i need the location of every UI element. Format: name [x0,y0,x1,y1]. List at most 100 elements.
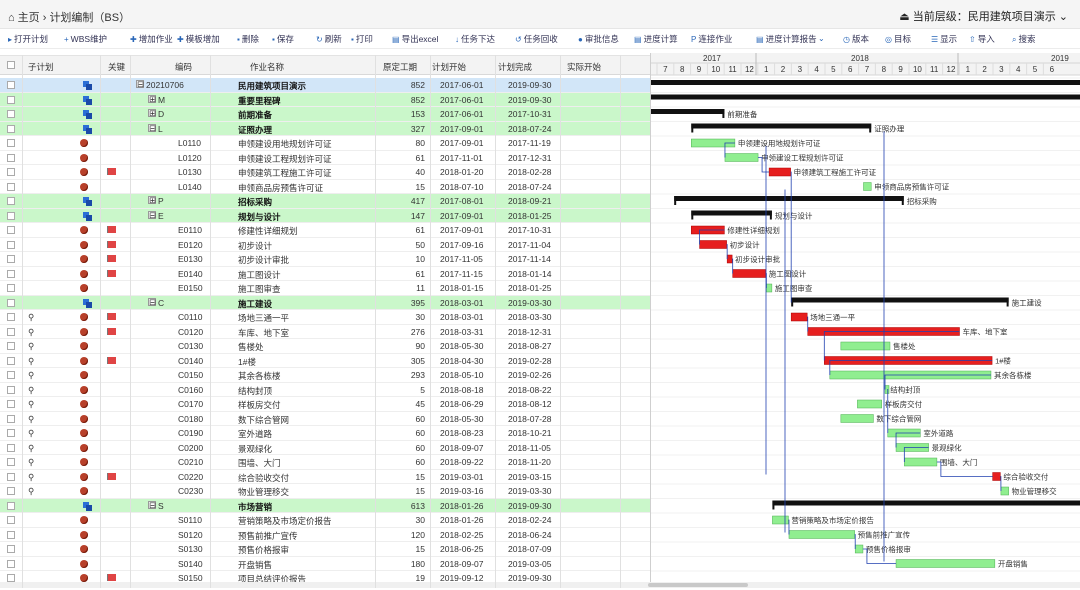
row-checkbox[interactable] [7,458,15,466]
table-row[interactable]: E0120 初步设计 50 2017-09-16 2017-11-04 [0,238,650,252]
toolbar-button-19[interactable]: ⇧ 导入 [969,33,995,45]
toolbar-button-4[interactable]: ▪ 删除 [237,33,259,45]
row-checkbox[interactable] [7,197,15,205]
table-row[interactable]: ⚲ C0230 物业管理移交 15 2019-03-16 2019-03-30 [0,484,650,499]
row-checkbox[interactable] [7,269,15,278]
table-row[interactable]: ⚲ C0210 围墙、大门 60 2018-09-22 2018-11-20 [0,455,650,470]
toolbar-button-17[interactable]: ◎ 目标 [885,33,911,45]
table-row[interactable]: L0110 申领建设用地规划许可证 80 2017-09-01 2017-11-19 [0,136,650,151]
table-row[interactable]: ⊟ L 证照办理 327 2017-09-01 2018-07-24 [0,121,650,136]
expand-toggle-icon[interactable]: ⊞ [148,196,156,204]
row-checkbox[interactable] [7,153,15,162]
row-checkbox[interactable] [7,559,15,568]
toolbar-button-9[interactable]: ↓ 任务下达 [455,33,495,45]
row-checkbox[interactable] [7,385,15,394]
expand-toggle-icon[interactable]: ⊟ [148,297,156,306]
toolbar-button-11[interactable]: ● 审批信息 [578,33,619,45]
table-row[interactable]: ⊞ P 招标采购 417 2017-08-01 2018-09-21 [0,194,650,209]
toolbar-button-7[interactable]: ▪ 打印 [351,33,373,45]
row-checkbox[interactable] [7,81,15,89]
table-row[interactable]: ⊟ E 规划与设计 147 2017-09-01 2018-01-25 [0,208,650,223]
table-row[interactable]: ⚲ C0130 售楼处 90 2018-05-30 2018-08-27 [0,339,650,354]
row-checkbox[interactable] [7,255,15,263]
table-row[interactable]: ⚲ C0180 数下综合管网 60 2018-05-30 2018-07-28 [0,412,650,426]
toolbar-button-13[interactable]: P 连接作业 [691,33,732,45]
row-checkbox[interactable] [7,530,15,539]
table-row[interactable]: E0150 施工图审查 11 2018-01-15 2018-01-25 [0,281,650,296]
row-checkbox[interactable] [7,313,15,321]
toolbar-button-2[interactable]: ✚ 增加作业 [130,33,173,45]
toolbar-button-0[interactable]: ▸ 打开计划 [8,33,48,45]
table-row[interactable]: ⊞ M 重要里程碑 852 2017-06-01 2019-09-30 [0,92,650,107]
table-row[interactable]: ⊟ 20210706 民用建筑项目演示 852 2017-06-01 2019-09-30 [0,78,650,93]
row-checkbox[interactable] [7,168,15,176]
row-checkbox[interactable] [7,356,15,365]
column-header[interactable]: 计划开始 [432,61,466,73]
horizontal-scrollbar[interactable] [0,582,1080,588]
table-row[interactable]: L0140 申领商品房预售许可证 15 2018-07-10 2018-07-24 [0,180,650,194]
row-checkbox[interactable] [7,124,15,133]
row-checkbox[interactable] [7,516,15,524]
row-checkbox[interactable] [7,226,15,234]
row-checkbox[interactable] [7,240,15,249]
table-row[interactable]: ⚲ C0190 室外道路 60 2018-08-23 2018-10-21 [0,426,650,441]
toolbar-button-1[interactable]: + WBS维护 [64,33,107,45]
home-icon[interactable]: ⌂ [8,12,15,24]
row-checkbox[interactable] [7,545,15,553]
table-row[interactable]: ⊟ S 市场营销 613 2018-01-26 2019-09-30 [0,498,650,513]
table-row[interactable]: L0120 申领建设工程规划许可证 61 2017-11-01 2017-12-31 [0,151,650,165]
expand-toggle-icon[interactable]: ⊟ [148,500,156,509]
row-checkbox[interactable] [7,414,15,423]
toolbar-button-20[interactable]: ⌕ 搜索 [1012,33,1036,45]
toolbar-button-10[interactable]: ↺ 任务回收 [515,33,558,45]
table-row[interactable]: ⚲ C0220 综合验收交付 15 2019-03-01 2019-03-15 [0,470,650,484]
column-header[interactable]: 子计划 [28,61,54,73]
table-row[interactable]: ⚲ C0150 其余各栋楼 293 2018-05-10 2019-02-26 [0,368,650,383]
column-header[interactable]: 原定工期 [383,61,417,73]
table-row[interactable]: ⚲ C0110 场地三通一平 30 2018-03-01 2018-03-30 [0,310,650,325]
row-checkbox[interactable] [7,429,15,437]
table-row[interactable]: ⚲ C0200 景观绿化 60 2018-09-07 2018-11-05 [0,441,650,455]
table-row[interactable]: ⚲ C0160 结构封顶 5 2018-08-18 2018-08-22 [0,383,650,397]
row-checkbox[interactable] [7,327,15,336]
toolbar-button-15[interactable]: ⌄ [818,33,827,43]
toolbar-button-6[interactable]: ↻ 刷新 [316,33,342,45]
row-checkbox[interactable] [7,182,15,191]
toolbar-button-12[interactable]: ▤ 进度计算 [634,33,678,45]
table-row[interactable]: ⊟ C 施工建设 395 2018-03-01 2019-03-30 [0,295,650,310]
row-checkbox[interactable] [7,472,15,481]
column-header[interactable]: 实际开始 [567,61,601,73]
expand-toggle-icon[interactable]: ⊞ [148,109,156,117]
current-layer-selector[interactable]: ⏏ 当前层级：民用建筑项目演示 ⌄ [899,8,1068,24]
row-checkbox[interactable] [7,110,15,118]
row-checkbox[interactable] [7,574,15,582]
row-checkbox[interactable] [7,371,15,379]
row-checkbox[interactable] [7,298,15,307]
row-checkbox[interactable] [7,139,15,147]
table-row[interactable]: E0110 修建性详细规划 61 2017-09-01 2017-10-31 [0,223,650,238]
toolbar-button-14[interactable]: ▤ 进度计算报告 [756,33,817,45]
toolbar-button-3[interactable]: ✚ 模板增加 [177,33,220,45]
breadcrumb-home[interactable]: 主页 [18,12,40,24]
column-header[interactable]: 作业名称 [250,61,284,73]
table-row[interactable]: S0110 营销策略及市场定价报告 30 2018-01-26 2018-02-24 [0,513,650,528]
table-row[interactable]: S0140 开盘销售 180 2018-09-07 2019-03-05 [0,557,650,571]
row-checkbox[interactable] [7,342,15,350]
table-row[interactable]: S0130 预售价格报审 15 2018-06-25 2018-07-09 [0,542,650,557]
toolbar-button-5[interactable]: ▪ 保存 [272,33,294,45]
column-header[interactable]: 计划完成 [498,61,532,73]
row-checkbox[interactable] [7,501,15,510]
table-row[interactable]: L0130 申领建筑工程施工许可证 40 2018-01-20 2018-02-28 [0,165,650,180]
toolbar-button-16[interactable]: ◷ 版本 [843,33,869,45]
toolbar-button-18[interactable]: ☰ 显示 [931,33,957,45]
table-row[interactable]: ⊞ D 前期准备 153 2017-06-01 2017-10-31 [0,107,650,122]
row-checkbox[interactable] [7,487,15,495]
row-checkbox[interactable] [7,443,15,452]
toolbar-button-8[interactable]: ▤ 导出excel [392,33,438,45]
select-all-checkbox[interactable] [7,61,15,69]
table-row[interactable]: ⚲ C0120 车库、地下室 276 2018-03-31 2018-12-31 [0,325,650,339]
column-header[interactable]: 关键 [108,61,125,73]
table-row[interactable]: ⚲ C0140 1#楼 305 2018-04-30 2019-02-28 [0,354,650,368]
table-row[interactable]: ⚲ C0170 样板房交付 45 2018-06-29 2018-08-12 [0,397,650,412]
expand-toggle-icon[interactable]: ⊞ [148,94,156,103]
